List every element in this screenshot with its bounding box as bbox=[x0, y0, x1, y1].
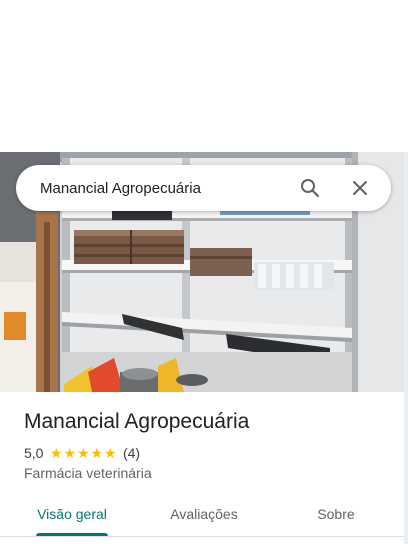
tab-about[interactable]: Sobre bbox=[272, 490, 400, 538]
tabs-divider bbox=[0, 536, 404, 537]
scrollbar-track[interactable] bbox=[404, 152, 408, 544]
tab-overview[interactable]: Visão geral bbox=[8, 490, 136, 538]
star-icon: ★ bbox=[63, 445, 76, 461]
star-icon: ★ bbox=[103, 445, 117, 461]
tab-bar: Visão geral Avaliações Sobre bbox=[0, 490, 404, 544]
tab-overview-label: Visão geral bbox=[37, 506, 107, 522]
place-title: Manancial Agropecuária bbox=[24, 410, 250, 433]
tab-about-label: Sobre bbox=[317, 506, 355, 522]
rating-stars: ★ ★ ★ ★ ★ bbox=[49, 446, 117, 460]
tab-reviews-label: Avaliações bbox=[170, 506, 238, 522]
star-icon: ★ bbox=[76, 445, 90, 461]
search-icon[interactable] bbox=[295, 173, 325, 203]
star-icon: ★ bbox=[49, 445, 63, 461]
search-input[interactable]: Manancial Agropecuária bbox=[40, 180, 295, 197]
star-icon: ★ bbox=[90, 445, 103, 461]
rating-row[interactable]: 5,0 ★ ★ ★ ★ ★ (4) bbox=[24, 445, 140, 461]
tab-reviews[interactable]: Avaliações bbox=[140, 490, 268, 538]
review-count-link[interactable]: (4) bbox=[123, 445, 140, 461]
search-bar[interactable]: Manancial Agropecuária bbox=[16, 165, 391, 211]
place-category[interactable]: Farmácia veterinária bbox=[24, 465, 152, 481]
place-page: Manancial Agropecuária Manancial Agropec… bbox=[0, 0, 408, 544]
close-icon[interactable] bbox=[345, 173, 375, 203]
rating-value: 5,0 bbox=[24, 445, 44, 461]
